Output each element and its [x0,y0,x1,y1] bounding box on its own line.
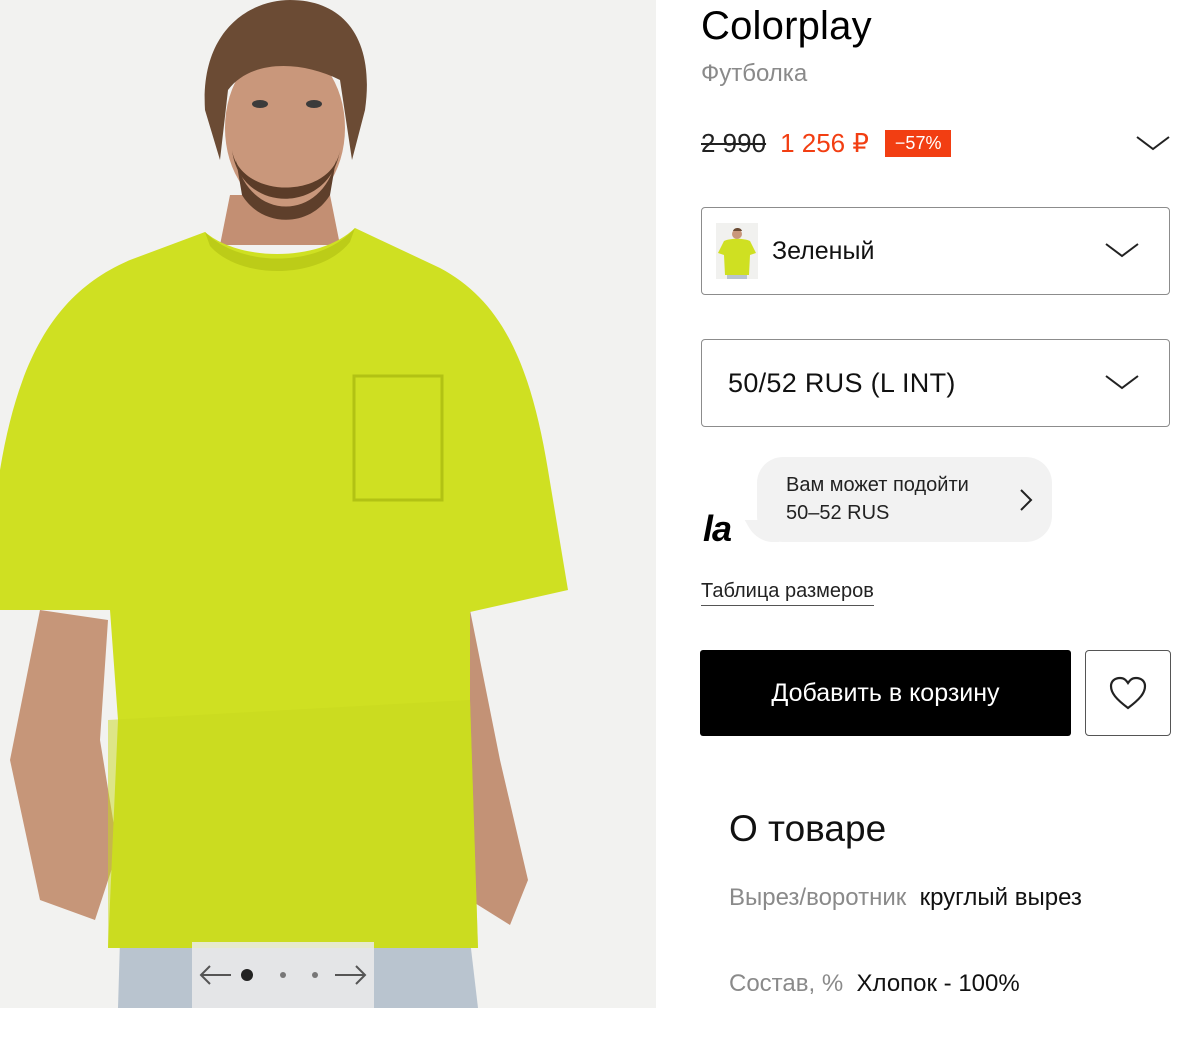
product-type: Футболка [701,60,808,87]
product-gallery[interactable] [0,0,656,1008]
gallery-dot[interactable] [312,972,318,978]
attribute-key: Состав, % [729,970,844,997]
selected-color-label: Зеленый [772,236,875,265]
price-row: 2 990 1 256 ₽ −57% [701,126,1171,160]
fit-assistant-logo: la [703,508,732,549]
product-photo[interactable] [0,0,656,1008]
heart-icon [1109,676,1147,710]
discount-badge: −57% [884,129,952,157]
gallery-dot-active[interactable] [241,969,253,981]
color-select[interactable]: Зеленый [701,207,1170,295]
next-image-arrow-icon[interactable] [334,960,368,990]
size-recommendation-value: 50–52 RUS [786,502,890,524]
favorite-button[interactable] [1085,650,1171,736]
add-to-cart-button[interactable]: Добавить в корзину [700,650,1071,736]
gallery-navigation [192,942,374,1008]
attribute-row: Вырез/воротник круглый вырез [729,880,1109,916]
size-recommendation-bubble[interactable]: Вам может подойти 50–52 RUS [757,457,1052,542]
size-select[interactable]: 50/52 RUS (L INT) [701,339,1170,427]
chevron-down-icon[interactable] [1135,128,1171,158]
attribute-key: Вырез/воротник [729,884,907,911]
gallery-dots [235,969,331,981]
selected-size-label: 50/52 RUS (L INT) [728,367,956,398]
previous-image-arrow-icon[interactable] [198,960,232,990]
chevron-down-icon [1105,375,1139,390]
size-recommendation-text: Вам может подойти [786,474,969,496]
attribute-row: Состав, % Хлопок - 100% [729,966,1109,1002]
about-section-title: О товаре [729,808,887,849]
chevron-right-icon [1020,489,1033,511]
color-swatch-thumbnail [716,223,758,279]
old-price: 2 990 [701,127,767,158]
chevron-down-icon [1105,243,1139,258]
gallery-dot[interactable] [280,972,286,978]
size-table-link[interactable]: Таблица размеров [701,580,874,606]
attribute-value: Хлопок - 100% [856,970,1020,997]
sale-price: 1 256 ₽ [780,127,869,158]
attribute-value: круглый вырез [919,884,1082,911]
product-brand[interactable]: Colorplay [701,4,872,49]
